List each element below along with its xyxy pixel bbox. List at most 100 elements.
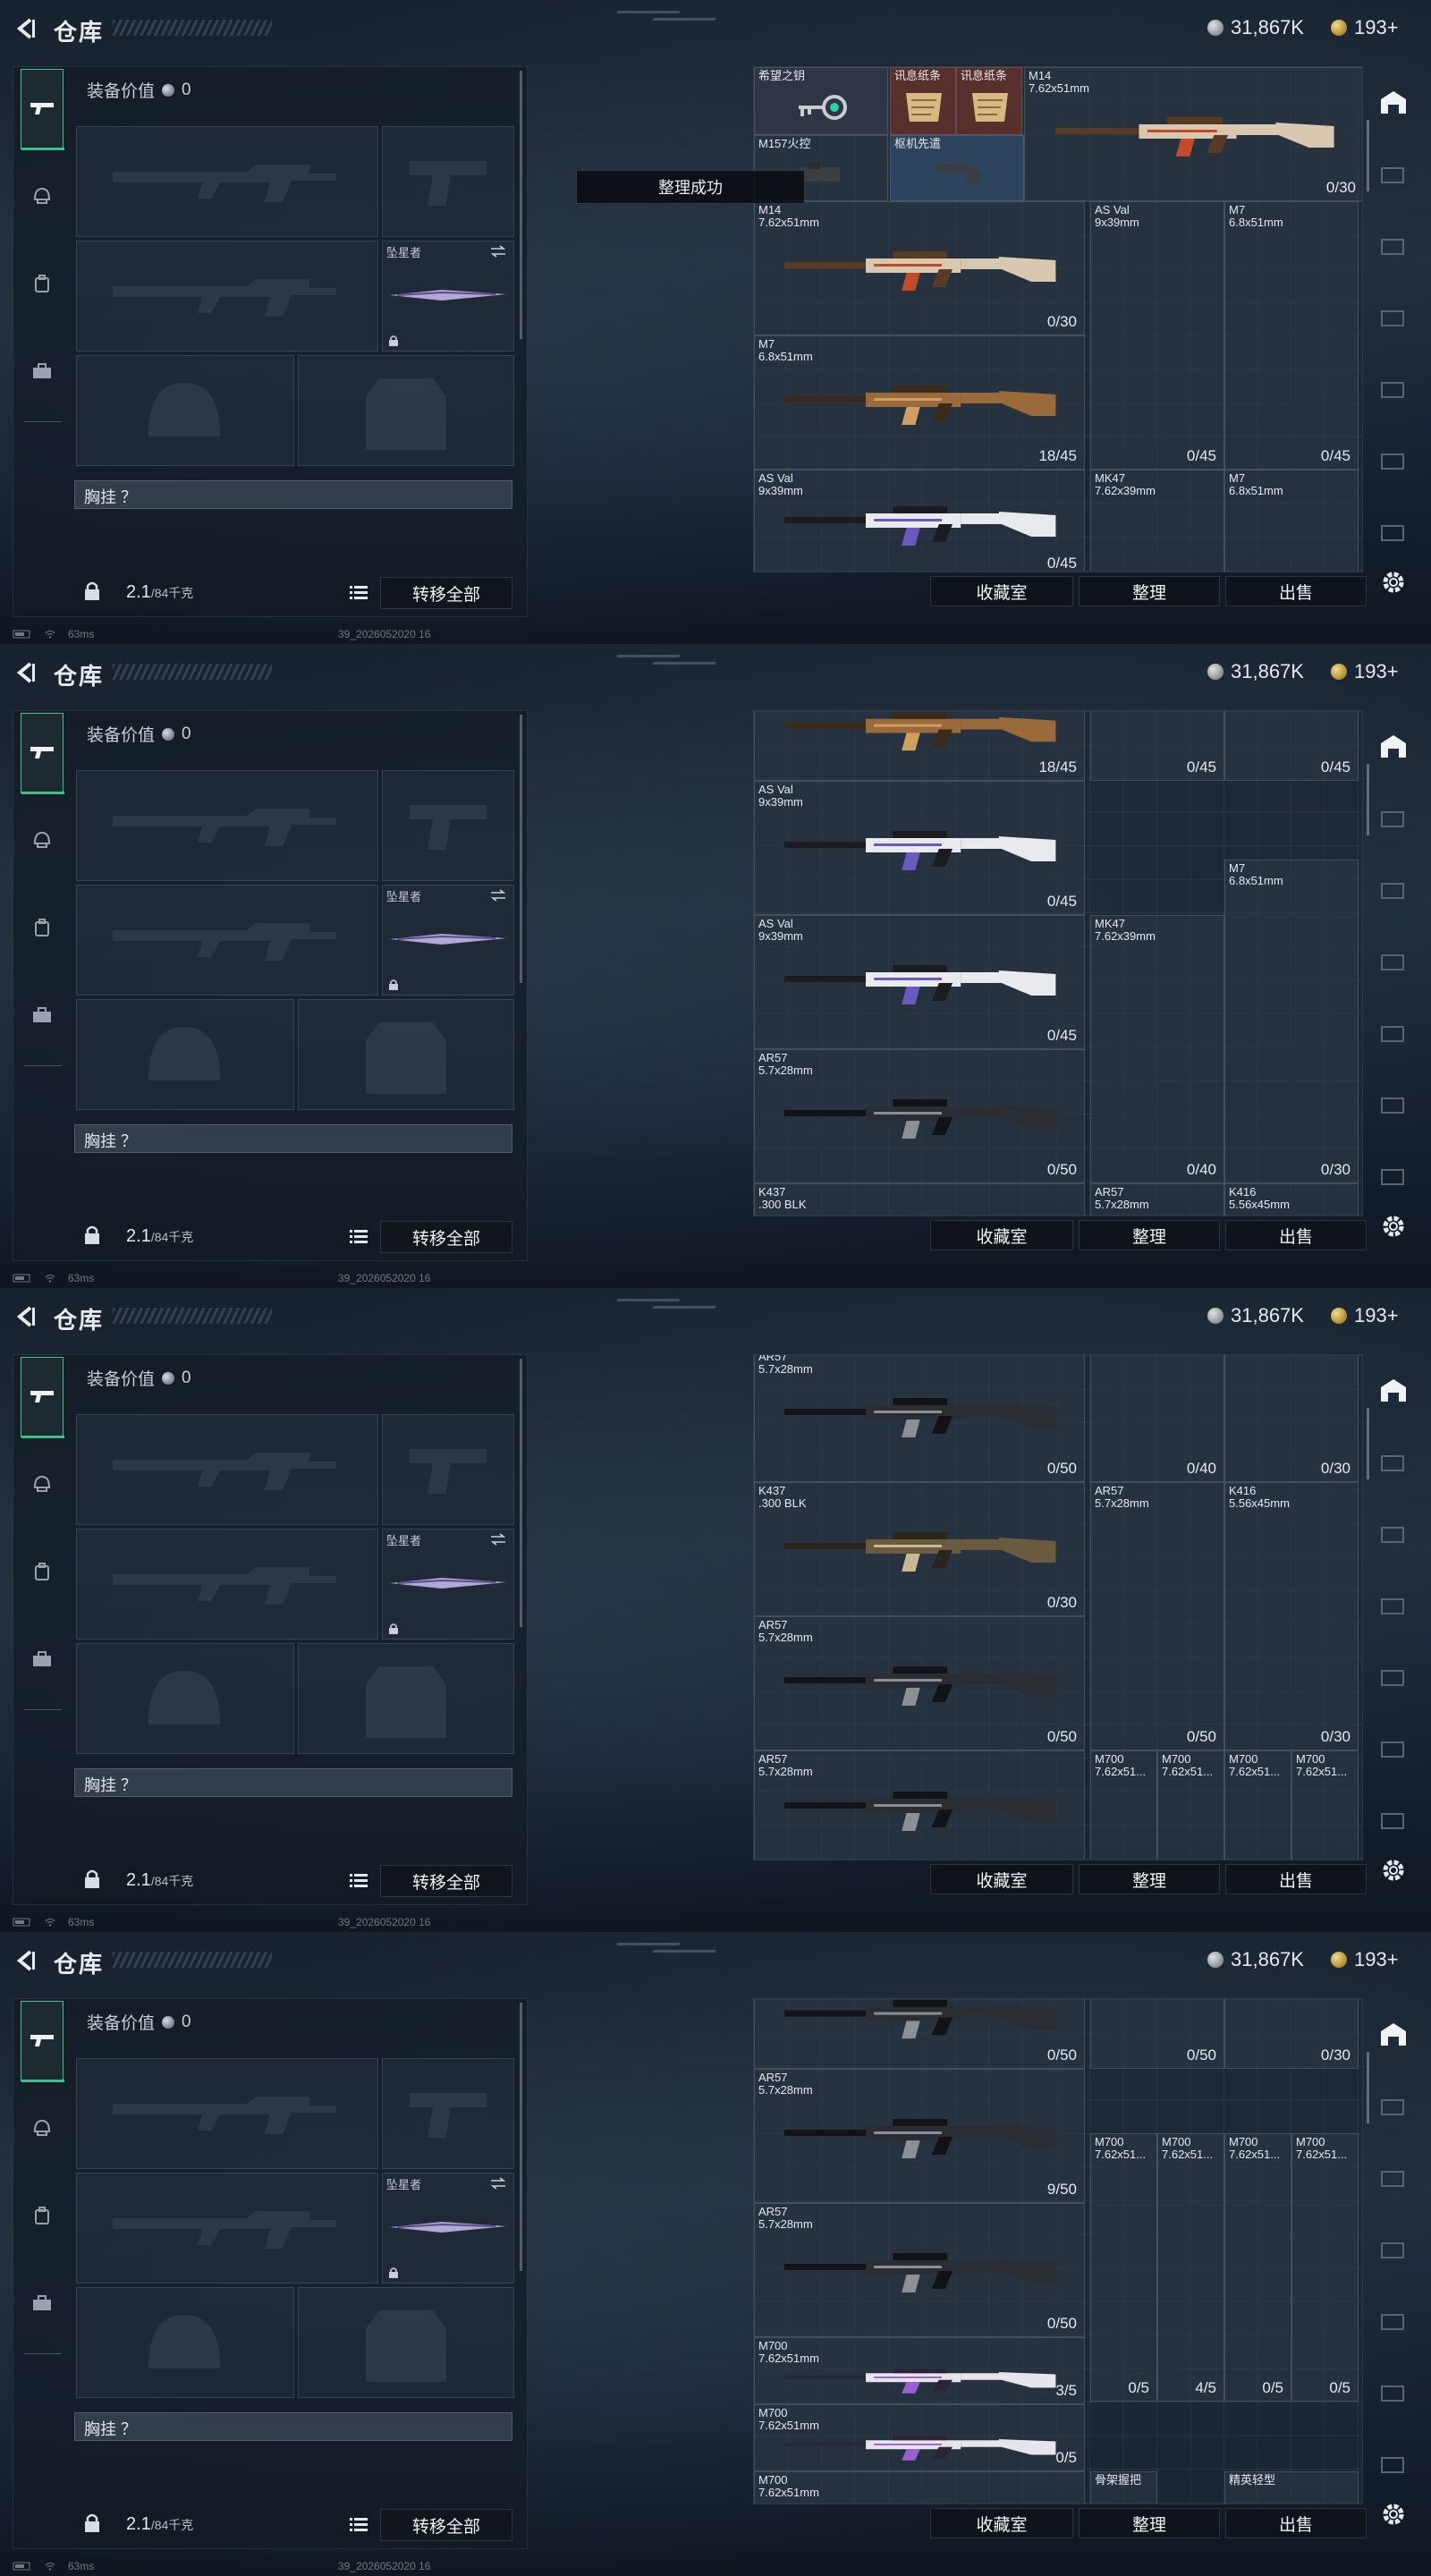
silver-currency[interactable]: 31,867K [1207,1302,1304,1329]
crate-icon[interactable] [1376,157,1411,193]
storage-item[interactable]: AR57 5.7x28mm 0/50 [754,1049,1085,1183]
sort-button[interactable]: 整理 [1079,1864,1220,1894]
primary-weapon-slot[interactable] [76,2058,378,2169]
storage-item[interactable]: AR57 5.7x28mm 0/50 [754,2203,1085,2337]
melee-slot[interactable]: 坠星者 [382,241,514,352]
crate-icon[interactable] [1376,945,1411,980]
storage-item[interactable]: M14 7.62x51mm 0/30 [754,201,1085,335]
melee-slot[interactable]: 坠星者 [382,885,514,996]
home-icon[interactable] [1376,86,1411,122]
storage-item[interactable]: M700 7.62x51... [1090,1750,1157,1860]
transfer-all-button[interactable]: 转移全部 [380,1865,512,1897]
storage-item[interactable]: M700 7.62x51... [1291,1750,1359,1860]
collection-room-button[interactable]: 收藏室 [930,1864,1073,1894]
crate-icon[interactable] [1376,372,1411,408]
storage-item[interactable]: M700 7.62x51... 0/5 [1090,2133,1157,2402]
storage-item[interactable]: 枢机先遣 [890,135,1024,201]
crate-icon[interactable] [1376,1732,1411,1767]
storage-item[interactable]: MK47 7.62x39mm 0/40 [1090,915,1224,1183]
storage-item[interactable]: M700 7.62x51... [1224,1750,1291,1860]
gold-currency[interactable]: 193+ [1331,14,1399,41]
swap-icon[interactable] [490,1533,506,1546]
storage-item[interactable]: AS Val 9x39mm 0/45 [1090,201,1224,470]
list-icon[interactable] [350,1229,368,1243]
pistol-slot[interactable] [382,126,514,237]
list-icon[interactable] [350,585,368,599]
tab-backpack[interactable] [21,906,64,949]
settings-icon[interactable] [1376,2496,1411,2532]
crate-icon[interactable] [1376,2161,1411,2197]
armor-slot[interactable] [298,2287,514,2398]
storage-item[interactable]: M7 6.8x51mm 18/45 [754,335,1085,470]
storage-grid[interactable]: AR57 5.7x28mm 0/50 0/40 0/30 K437 .300 BLK 0/… [753,1354,1363,1860]
silver-currency[interactable]: 31,867K [1207,658,1304,685]
melee-slot[interactable]: 坠星者 [382,1529,514,1640]
back-arrow-icon[interactable] [13,15,39,42]
tab-case[interactable] [21,350,64,393]
gold-currency[interactable]: 193+ [1331,1946,1399,1973]
crate-icon[interactable] [1376,2089,1411,2125]
sort-button[interactable]: 整理 [1079,576,1220,606]
crate-icon[interactable] [1376,1517,1411,1553]
crate-icon[interactable] [1376,2233,1411,2268]
tab-case[interactable] [21,1638,64,1681]
storage-item[interactable]: 0/50 [1090,1999,1224,2069]
crate-icon[interactable] [1376,1589,1411,1624]
storage-item[interactable]: 0/30 [1224,1355,1359,1482]
helmet-slot[interactable] [76,355,294,466]
loadout-scrollbar[interactable] [520,71,522,339]
melee-slot[interactable]: 坠星者 [382,2173,514,2284]
crate-icon[interactable] [1376,1660,1411,1696]
collection-room-button[interactable]: 收藏室 [930,1220,1073,1250]
home-icon[interactable] [1376,1374,1411,1410]
gold-currency[interactable]: 193+ [1331,1302,1399,1329]
crate-icon[interactable] [1376,873,1411,909]
storage-item[interactable]: AR57 5.7x28mm 0/50 [754,1355,1085,1482]
pistol-slot[interactable] [382,770,514,881]
tab-armor[interactable] [21,1462,64,1505]
sell-button[interactable]: 出售 [1225,1220,1367,1250]
crate-icon[interactable] [1376,515,1411,551]
sell-button[interactable]: 出售 [1225,1864,1367,1894]
armor-slot[interactable] [298,1643,514,1754]
chest-rig-slot[interactable]: 胸挂 ？ [74,2412,512,2441]
storage-grid[interactable]: 18/45 0/45 0/45 AS Val 9x39mm 0/45 MK47 7.62x… [753,710,1363,1216]
storage-item[interactable]: M700 7.62x51mm 3/5 [754,2337,1085,2404]
tab-weapons[interactable] [21,69,64,150]
helmet-slot[interactable] [76,2287,294,2398]
tab-weapons[interactable] [21,713,64,794]
storage-item[interactable]: 讯息纸条 [890,67,956,135]
settings-icon[interactable] [1376,1852,1411,1888]
transfer-all-button[interactable]: 转移全部 [380,577,512,609]
sell-button[interactable]: 出售 [1225,2508,1367,2538]
storage-item[interactable]: 精英轻型 [1224,2471,1359,2504]
storage-item[interactable]: AR57 5.7x28mm 0/50 [754,1616,1085,1750]
tab-backpack[interactable] [21,262,64,305]
storage-item[interactable]: K416 5.56x45mm [1224,1183,1359,1216]
secondary-weapon-slot[interactable] [76,2173,378,2284]
primary-weapon-slot[interactable] [76,126,378,237]
silver-currency[interactable]: 31,867K [1207,14,1304,41]
secondary-weapon-slot[interactable] [76,1529,378,1640]
crate-icon[interactable] [1376,1159,1411,1195]
loadout-scrollbar[interactable] [520,715,522,983]
tab-armor[interactable] [21,2106,64,2149]
storage-item[interactable]: AR57 5.7x28mm [1090,1183,1224,1216]
swap-icon[interactable] [490,2177,506,2190]
home-icon[interactable] [1376,730,1411,766]
settings-icon[interactable] [1376,1208,1411,1244]
pistol-slot[interactable] [382,2058,514,2169]
loadout-scrollbar[interactable] [520,1359,522,1627]
storage-item[interactable]: 0/30 [1224,1999,1359,2069]
storage-item[interactable]: K437 .300 BLK [754,1183,1085,1216]
home-icon[interactable] [1376,2018,1411,2054]
crate-icon[interactable] [1376,301,1411,336]
transfer-all-button[interactable]: 转移全部 [380,2509,512,2541]
transfer-all-button[interactable]: 转移全部 [380,1221,512,1253]
back-arrow-icon[interactable] [13,659,39,686]
back-arrow-icon[interactable] [13,1303,39,1330]
storage-item[interactable]: M700 7.62x51mm [754,2471,1085,2504]
storage-item[interactable]: M700 7.62x51... 4/5 [1157,2133,1224,2402]
collection-room-button[interactable]: 收藏室 [930,2508,1073,2538]
storage-item[interactable]: M7 6.8x51mm [1224,470,1359,572]
